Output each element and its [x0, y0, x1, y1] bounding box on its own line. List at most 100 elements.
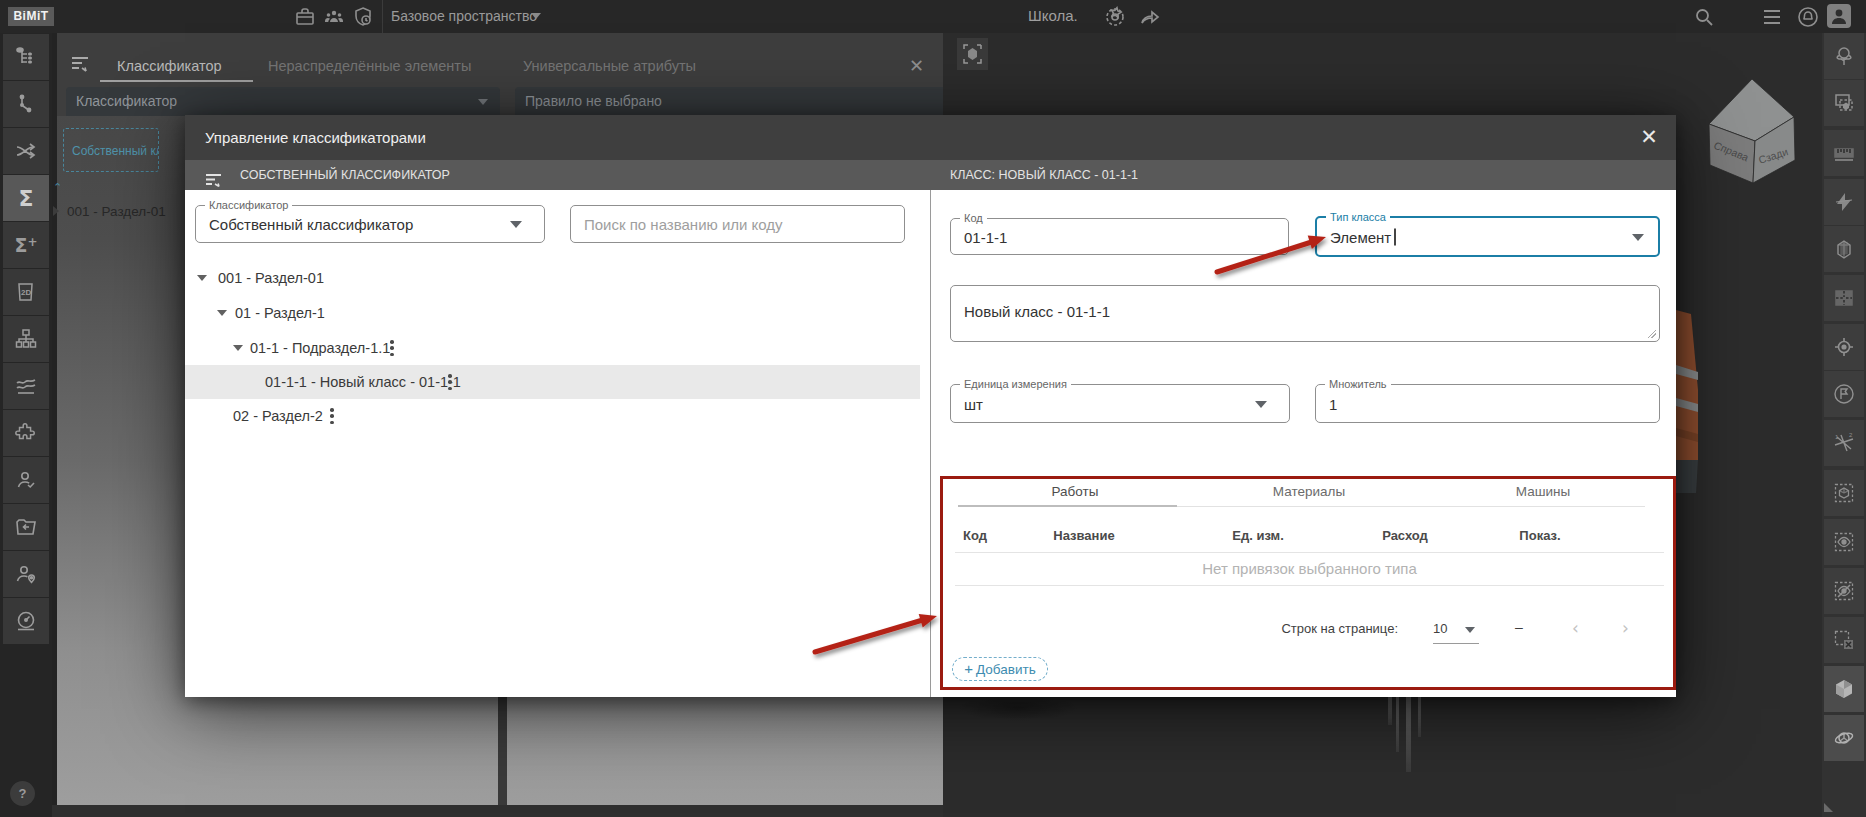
- flag-icon[interactable]: [1824, 371, 1864, 417]
- floorplan-icon[interactable]: [1824, 275, 1864, 321]
- tree-item[interactable]: 01-1 - Подраздел-1.1: [185, 331, 920, 365]
- item-menu-icon[interactable]: [448, 374, 452, 390]
- tab-universal-attributes[interactable]: Универсальные атрибуты: [523, 58, 696, 74]
- annotation-rectangle: [940, 476, 1676, 690]
- briefcase-icon[interactable]: [293, 5, 317, 29]
- resize-handle[interactable]: [1824, 803, 1833, 812]
- workspace-selector[interactable]: Базовое пространство: [391, 8, 537, 24]
- item-menu-icon[interactable]: [330, 408, 334, 424]
- tree-item[interactable]: 01 - Раздел-1: [185, 296, 920, 330]
- dialog-close-icon[interactable]: ✕: [1638, 126, 1660, 148]
- tree-item-selected[interactable]: 01-1-1 - Новый класс - 01-1-1: [185, 365, 920, 399]
- dialog-subheader: СОБСТВЕННЫЙ КЛАССИФИКАТОР КЛАСС: НОВЫЙ К…: [185, 160, 1676, 190]
- classifier-management-dialog: Управление классификаторами ✕ СОБСТВЕННЫ…: [185, 115, 1676, 697]
- tree-item[interactable]: 001 - Раздел-01: [185, 261, 920, 295]
- classifier-add-icon[interactable]: Σ+: [3, 222, 49, 268]
- orbit-icon[interactable]: [1824, 715, 1864, 761]
- search-field[interactable]: [570, 205, 905, 243]
- rule-filter-dropdown[interactable]: Правило не выбрано: [515, 87, 992, 116]
- expand-icon[interactable]: [233, 345, 243, 351]
- right-sidebar: 12: [1822, 33, 1866, 817]
- bimit-logo: BiMiT: [8, 7, 54, 26]
- gear-icon[interactable]: [1103, 5, 1127, 29]
- axes-icon[interactable]: 12: [1824, 420, 1864, 466]
- chevron-down-icon: [510, 221, 522, 228]
- svg-text:2D: 2D: [21, 288, 31, 297]
- search-icon[interactable]: [1692, 5, 1716, 29]
- shuffle-icon[interactable]: [3, 128, 49, 174]
- topbar-divider: [382, 0, 383, 33]
- locate-icon[interactable]: [1824, 324, 1864, 370]
- help-button[interactable]: ?: [10, 781, 35, 806]
- selection-sets-icon[interactable]: [1824, 80, 1864, 126]
- classifier-menu-icon[interactable]: [205, 168, 222, 182]
- 2d-view-icon[interactable]: 2D: [3, 269, 49, 315]
- scene-geometry: [1388, 697, 1392, 725]
- scene-shadow: [958, 695, 1078, 721]
- panel-bottom-strip: [52, 805, 943, 817]
- dialog-title-bar: Управление классификаторами ✕: [185, 115, 1676, 160]
- panel-close-icon[interactable]: ✕: [909, 55, 924, 77]
- scene-geometry: [1396, 697, 1399, 752]
- view-cube[interactable]: Справа Сзади: [1700, 70, 1800, 190]
- hide-icon[interactable]: [1824, 568, 1864, 614]
- tree-item[interactable]: 02 - Раздел-2: [185, 399, 920, 433]
- scene-geometry: [1418, 697, 1421, 737]
- shield-status-icon[interactable]: [351, 5, 375, 29]
- folder-import-icon[interactable]: [3, 504, 49, 550]
- resize-grip[interactable]: [1647, 329, 1656, 338]
- top-bar: BiMiT Базовое пространство Школа.: [0, 0, 1866, 33]
- classifier-filter-dropdown[interactable]: Классификатор: [66, 87, 500, 116]
- model-tree-icon[interactable]: [3, 34, 49, 80]
- focus-selection-icon[interactable]: [957, 38, 988, 70]
- code-field[interactable]: Код 01-1-1: [950, 218, 1289, 255]
- expand-icon[interactable]: [217, 310, 227, 316]
- user-check-icon[interactable]: [3, 457, 49, 503]
- class-section-title: КЛАСС: НОВЫЙ КЛАСС - 01-1-1: [950, 160, 1138, 190]
- left-sidebar: Σ Σ+ 2D ?: [0, 33, 52, 817]
- user-location-icon[interactable]: [3, 551, 49, 597]
- chevron-down-icon: [1632, 234, 1644, 241]
- show-icon[interactable]: [1824, 519, 1864, 565]
- isolate-box-icon[interactable]: [1824, 470, 1864, 516]
- scene-geometry: [1406, 697, 1411, 772]
- classifier-icon[interactable]: Σ: [3, 175, 49, 221]
- left-section-title: СОБСТВЕННЫЙ КЛАССИФИКАТОР: [240, 160, 450, 190]
- team-icon[interactable]: [322, 5, 346, 29]
- gauge-icon[interactable]: [3, 598, 49, 644]
- unit-select[interactable]: Единица измерения шт: [950, 384, 1290, 423]
- tab-unallocated[interactable]: Нераспределённые элементы: [268, 58, 471, 74]
- class-name-field[interactable]: Новый класс - 01-1-1: [950, 285, 1660, 342]
- relations-icon[interactable]: [3, 81, 49, 127]
- panel-divider: [930, 190, 931, 697]
- class-type-field[interactable]: Тип класса Элемент: [1315, 216, 1660, 257]
- text-cursor: [1394, 228, 1396, 245]
- svg-text:2: 2: [1849, 432, 1853, 438]
- clear-isolation-icon[interactable]: [1824, 617, 1864, 663]
- structure-icon[interactable]: [3, 316, 49, 362]
- plugins-icon[interactable]: [3, 410, 49, 456]
- panel-menu-icon[interactable]: [71, 56, 89, 72]
- tab-classifier[interactable]: Классификатор: [117, 58, 222, 74]
- share-icon[interactable]: [1138, 5, 1162, 29]
- shaded-view-icon[interactable]: [1824, 666, 1864, 712]
- measure-icon[interactable]: [1824, 130, 1864, 176]
- item-menu-icon[interactable]: [390, 340, 394, 356]
- list-icon[interactable]: [1760, 5, 1784, 29]
- classifier-select[interactable]: Классификатор Собственный классификатор: [195, 205, 545, 243]
- environment-icon[interactable]: [1824, 33, 1864, 79]
- user-avatar[interactable]: [1827, 4, 1851, 28]
- section-plane-icon[interactable]: [1824, 179, 1864, 225]
- search-input[interactable]: [571, 206, 904, 242]
- charts-icon[interactable]: [3, 363, 49, 409]
- section-box-icon[interactable]: [1824, 226, 1864, 272]
- brick-column: [1676, 310, 1698, 493]
- multiplier-field[interactable]: Множитель 1: [1315, 384, 1660, 423]
- project-title: Школа.: [1028, 7, 1078, 24]
- chevron-down-icon: [1255, 401, 1267, 408]
- expand-icon[interactable]: [197, 275, 207, 281]
- chevron-down-icon: [531, 13, 541, 19]
- notifications-icon[interactable]: [1796, 5, 1820, 29]
- active-tab-underline: [100, 80, 253, 82]
- classifier-chip[interactable]: Собственный кл: [63, 128, 159, 172]
